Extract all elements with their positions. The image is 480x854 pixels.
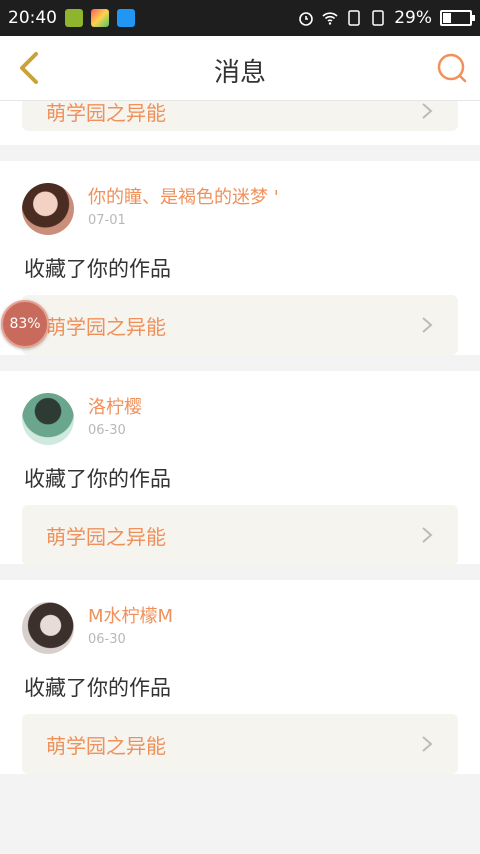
message-date: 06-30: [88, 632, 126, 647]
sim1-icon: [348, 10, 360, 26]
action-text: 收藏了你的作品: [24, 257, 171, 281]
battery-percent: 29%: [394, 8, 432, 28]
work-link[interactable]: 萌学园之异能: [22, 295, 458, 355]
work-title: 萌学园之异能: [46, 733, 166, 758]
work-link[interactable]: 萌学园之异能: [22, 505, 458, 565]
chevron-right-icon: [422, 103, 433, 119]
app-icon-1: [65, 9, 83, 27]
message-date: 06-30: [88, 423, 126, 438]
wifi-icon: [322, 12, 338, 25]
chevron-right-icon: [422, 736, 433, 752]
list-item: 洛柠樱 06-30 收藏了你的作品 萌学园之异能: [0, 371, 480, 565]
list-item-partial: 萌学园之异能: [0, 91, 480, 145]
action-text: 收藏了你的作品: [24, 676, 171, 700]
chevron-right-icon: [422, 527, 433, 543]
list-item: M水柠檬M 06-30 收藏了你的作品 萌学园之异能: [0, 580, 480, 774]
work-title: 萌学园之异能: [46, 314, 166, 339]
floating-progress-badge[interactable]: 83%: [1, 300, 49, 348]
battery-icon: [440, 10, 475, 26]
work-title: 萌学园之异能: [46, 524, 166, 549]
user-name[interactable]: 洛柠樱: [88, 397, 142, 419]
header: 消息: [0, 36, 480, 101]
page-title: 消息: [213, 58, 266, 88]
message-list: 萌学园之异能 你的瞳、是褐色的迷梦 ' 07-01 收藏了你的作品 萌学园之异能…: [0, 91, 480, 790]
sim2-icon: [372, 10, 384, 26]
user-name[interactable]: 你的瞳、是褐色的迷梦 ': [88, 187, 279, 209]
avatar[interactable]: [22, 602, 74, 654]
avatar[interactable]: [22, 183, 74, 235]
action-text: 收藏了你的作品: [24, 467, 171, 491]
avatar[interactable]: [22, 393, 74, 445]
alarm-icon: [299, 12, 314, 26]
screenshot-app-icon: [117, 9, 135, 27]
search-icon[interactable]: [436, 52, 468, 84]
status-time: 20:40: [8, 8, 57, 28]
list-item: 你的瞳、是褐色的迷梦 ' 07-01 收藏了你的作品 萌学园之异能: [0, 161, 480, 355]
status-bar: 20:40 29%: [0, 0, 480, 36]
message-date: 07-01: [88, 213, 126, 228]
user-name[interactable]: M水柠檬M: [88, 606, 173, 628]
chevron-right-icon: [422, 317, 433, 333]
app-icon-2: [91, 9, 109, 27]
work-link[interactable]: 萌学园之异能: [22, 714, 458, 774]
badge-label: 83%: [9, 316, 41, 332]
